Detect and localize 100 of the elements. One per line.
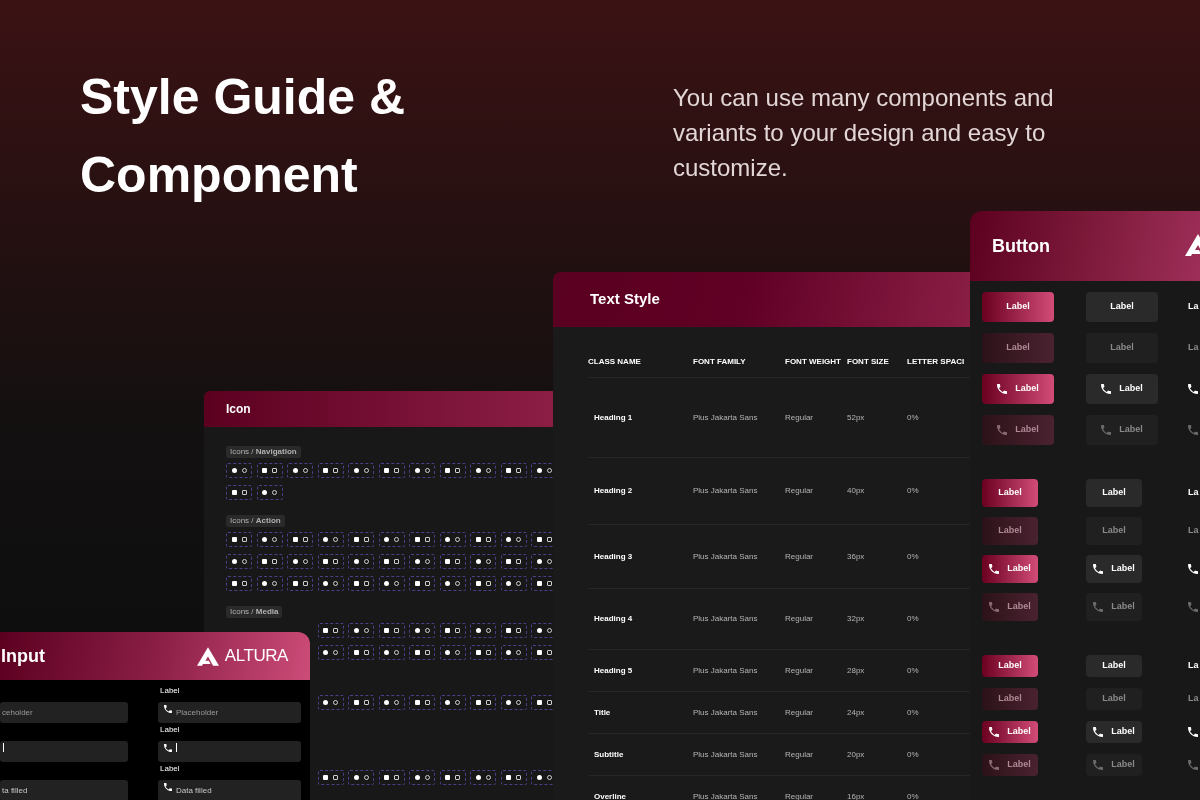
label-button[interactable]: Label <box>982 655 1038 677</box>
table-cell-text: Regular <box>785 485 814 497</box>
icon-pair-drawing <box>317 532 344 547</box>
icon-pair-drawing <box>256 485 283 500</box>
phone-icon <box>989 760 1000 770</box>
table-cell-text: Plus Jakarta Sans <box>693 613 759 625</box>
table-cell-text: 28px <box>847 664 866 677</box>
table-cell-text: 0% <box>907 790 920 800</box>
table-cell-text: Heading 2 <box>593 485 634 497</box>
icon-pair-drawing <box>378 576 405 591</box>
icon-pair-drawing <box>470 532 496 547</box>
field-label: Label <box>159 686 181 695</box>
phone-icon <box>164 782 172 791</box>
icon-pair-drawing <box>226 463 252 478</box>
table-cell-text: Overline <box>593 790 627 800</box>
input-field[interactable] <box>0 741 128 762</box>
input-field[interactable]: Data filled <box>158 780 301 800</box>
table-cell-text: 40px <box>847 485 866 497</box>
icon-pair-drawing <box>470 554 496 569</box>
input-field[interactable] <box>158 741 301 762</box>
icon-pair-drawing <box>470 645 496 660</box>
icon-pair-drawing <box>256 576 283 591</box>
column-header: FONT WEIGHT <box>785 356 842 368</box>
icon-pair-drawing <box>256 554 283 569</box>
logo-icon <box>196 646 219 666</box>
label-button[interactable]: Label <box>1086 655 1142 677</box>
icon-pair-drawing <box>378 554 405 569</box>
icon-pair-drawing <box>287 463 313 478</box>
input-field[interactable]: ta filled <box>0 780 128 800</box>
label-button[interactable]: Label <box>1086 555 1142 583</box>
icon-pair-drawing <box>287 554 313 569</box>
label-button[interactable]: La <box>1188 479 1199 507</box>
icon-pair-drawing <box>439 695 466 710</box>
input-field[interactable]: ceholder <box>0 702 128 723</box>
section-tag: Icons / Action <box>226 515 285 527</box>
table-cell-text: Plus Jakarta Sans <box>693 550 759 563</box>
input-field[interactable]: Placeholder <box>158 702 301 723</box>
icon-pair-drawing <box>470 770 496 785</box>
column-header: LETTER SPACI <box>907 356 966 368</box>
icon-pair-drawing <box>439 532 466 547</box>
icon-pair-drawing <box>378 645 405 660</box>
table-cell-text: Heading 5 <box>593 664 634 677</box>
table-cell-text: Plus Jakarta Sans <box>693 411 759 424</box>
phone-icon <box>989 602 1000 612</box>
icon-pair-drawing <box>500 554 527 569</box>
icon-pair-drawing <box>439 554 466 569</box>
table-cell-text: 0% <box>907 550 920 563</box>
icon-pair-drawing <box>378 532 405 547</box>
label-button[interactable]: Label <box>982 374 1054 404</box>
icon-pair-drawing <box>409 770 435 785</box>
label-button[interactable]: Label <box>982 479 1038 507</box>
section-tag: Icons / Navigation <box>226 446 301 458</box>
column-header: FONT FAMILY <box>693 356 747 368</box>
table-cell-text: 52px <box>847 411 866 424</box>
icon-pair-drawing <box>348 576 374 591</box>
icon-pair-drawing <box>348 554 374 569</box>
phone-icon <box>1188 760 1198 770</box>
icon-pair-drawing <box>409 645 435 660</box>
table-cell-text: Plus Jakarta Sans <box>693 748 759 761</box>
icon-pair-drawing <box>378 695 405 710</box>
label-button[interactable]: Label <box>982 721 1038 743</box>
icon-pair-drawing <box>378 770 405 785</box>
label-button[interactable]: Label <box>1086 374 1158 404</box>
icon-pair-drawing <box>317 770 344 785</box>
label-button[interactable]: Label <box>1086 479 1142 507</box>
label-button[interactable]: La <box>1188 655 1199 677</box>
label-button[interactable]: Label <box>1086 721 1142 743</box>
icon-pair-drawing <box>226 554 252 569</box>
icon-pair-drawing <box>317 576 344 591</box>
icon-pair-drawing <box>348 770 374 785</box>
icon-pair-drawing <box>409 532 435 547</box>
table-cell-text: 32px <box>847 613 866 625</box>
icon-pair-drawing <box>500 770 527 785</box>
table-cell-text: Regular <box>785 613 814 625</box>
icon-pair-drawing <box>378 463 405 478</box>
phone-icon <box>997 425 1008 435</box>
icon-pair-drawing <box>500 532 527 547</box>
table-cell-text: 20px <box>847 748 866 761</box>
table-cell-text: 36px <box>847 550 866 563</box>
label-button[interactable]: La <box>1188 292 1199 322</box>
icon-pair-drawing <box>378 623 405 638</box>
hero-title: Style Guide & <box>80 68 406 127</box>
label-button[interactable]: Label <box>982 292 1054 322</box>
phone-icon <box>1093 727 1104 737</box>
icon-pair-drawing <box>439 623 466 638</box>
icon-pair-drawing <box>500 623 527 638</box>
table-cell-text: 0% <box>907 664 920 677</box>
icon-pair-drawing <box>226 532 252 547</box>
label-button[interactable]: Label <box>982 555 1038 583</box>
phone-icon <box>164 704 172 713</box>
phone-icon <box>1093 760 1104 770</box>
phone-icon <box>1101 384 1112 394</box>
icon-pair-drawing <box>256 463 283 478</box>
table-cell-text: Regular <box>785 706 814 719</box>
phone-icon <box>1188 727 1198 737</box>
phone-icon <box>997 384 1008 394</box>
label-button[interactable]: Label <box>1086 292 1158 322</box>
section-tag: Icons / Media <box>226 606 283 618</box>
icon-pair-drawing <box>348 695 374 710</box>
table-cell-text: Regular <box>785 550 814 563</box>
